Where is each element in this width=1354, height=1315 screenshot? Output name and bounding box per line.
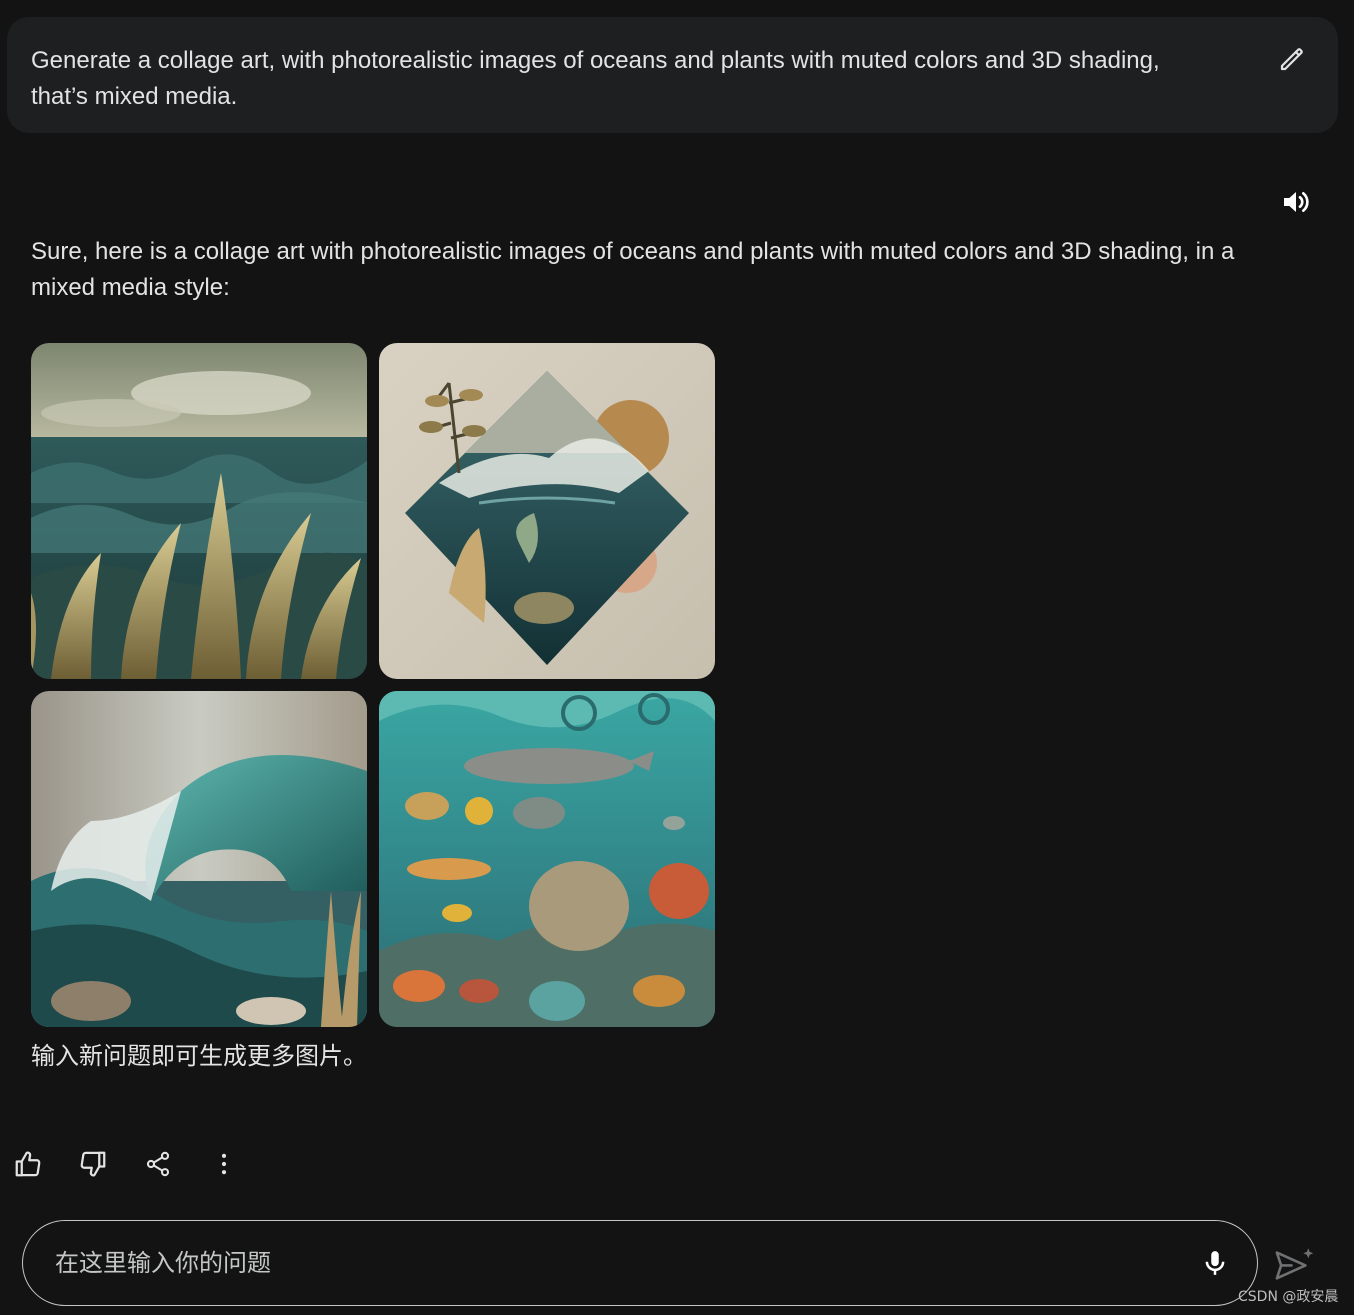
chat-page: Generate a collage art, with photorealis… bbox=[0, 0, 1354, 1315]
voice-input-button[interactable] bbox=[1195, 1243, 1235, 1283]
user-prompt-text: Generate a collage art, with photorealis… bbox=[31, 47, 1160, 110]
more-vert-icon bbox=[221, 1153, 227, 1175]
user-prompt-bubble: Generate a collage art, with photorealis… bbox=[7, 17, 1338, 133]
generated-image-3[interactable] bbox=[31, 691, 367, 1027]
read-aloud-button[interactable] bbox=[1278, 184, 1314, 220]
thumb-up-icon bbox=[15, 1151, 41, 1177]
watermark: CSDN @政安晨 bbox=[1238, 1289, 1339, 1305]
share-icon bbox=[146, 1151, 170, 1177]
generated-image-1[interactable] bbox=[31, 343, 367, 679]
share-button[interactable] bbox=[140, 1146, 176, 1182]
mic-icon bbox=[1205, 1251, 1225, 1275]
thumb-down-button[interactable] bbox=[75, 1146, 111, 1182]
generated-image-2[interactable] bbox=[379, 343, 715, 679]
pencil-icon bbox=[1280, 48, 1303, 71]
prompt-input[interactable] bbox=[53, 1243, 1157, 1285]
thumb-up-button[interactable] bbox=[10, 1146, 46, 1182]
volume-icon bbox=[1284, 192, 1309, 212]
thumb-down-icon bbox=[80, 1151, 106, 1177]
send-icon bbox=[1275, 1248, 1314, 1280]
more-images-hint: 输入新问题即可生成更多图片。 bbox=[31, 1043, 367, 1070]
more-options-button[interactable] bbox=[206, 1146, 242, 1182]
generated-image-4[interactable] bbox=[379, 691, 715, 1027]
edit-prompt-button[interactable] bbox=[1274, 41, 1310, 77]
send-button[interactable] bbox=[1272, 1244, 1316, 1284]
prompt-input-box bbox=[22, 1220, 1258, 1306]
response-text: Sure, here is a collage art with photore… bbox=[31, 238, 1235, 301]
